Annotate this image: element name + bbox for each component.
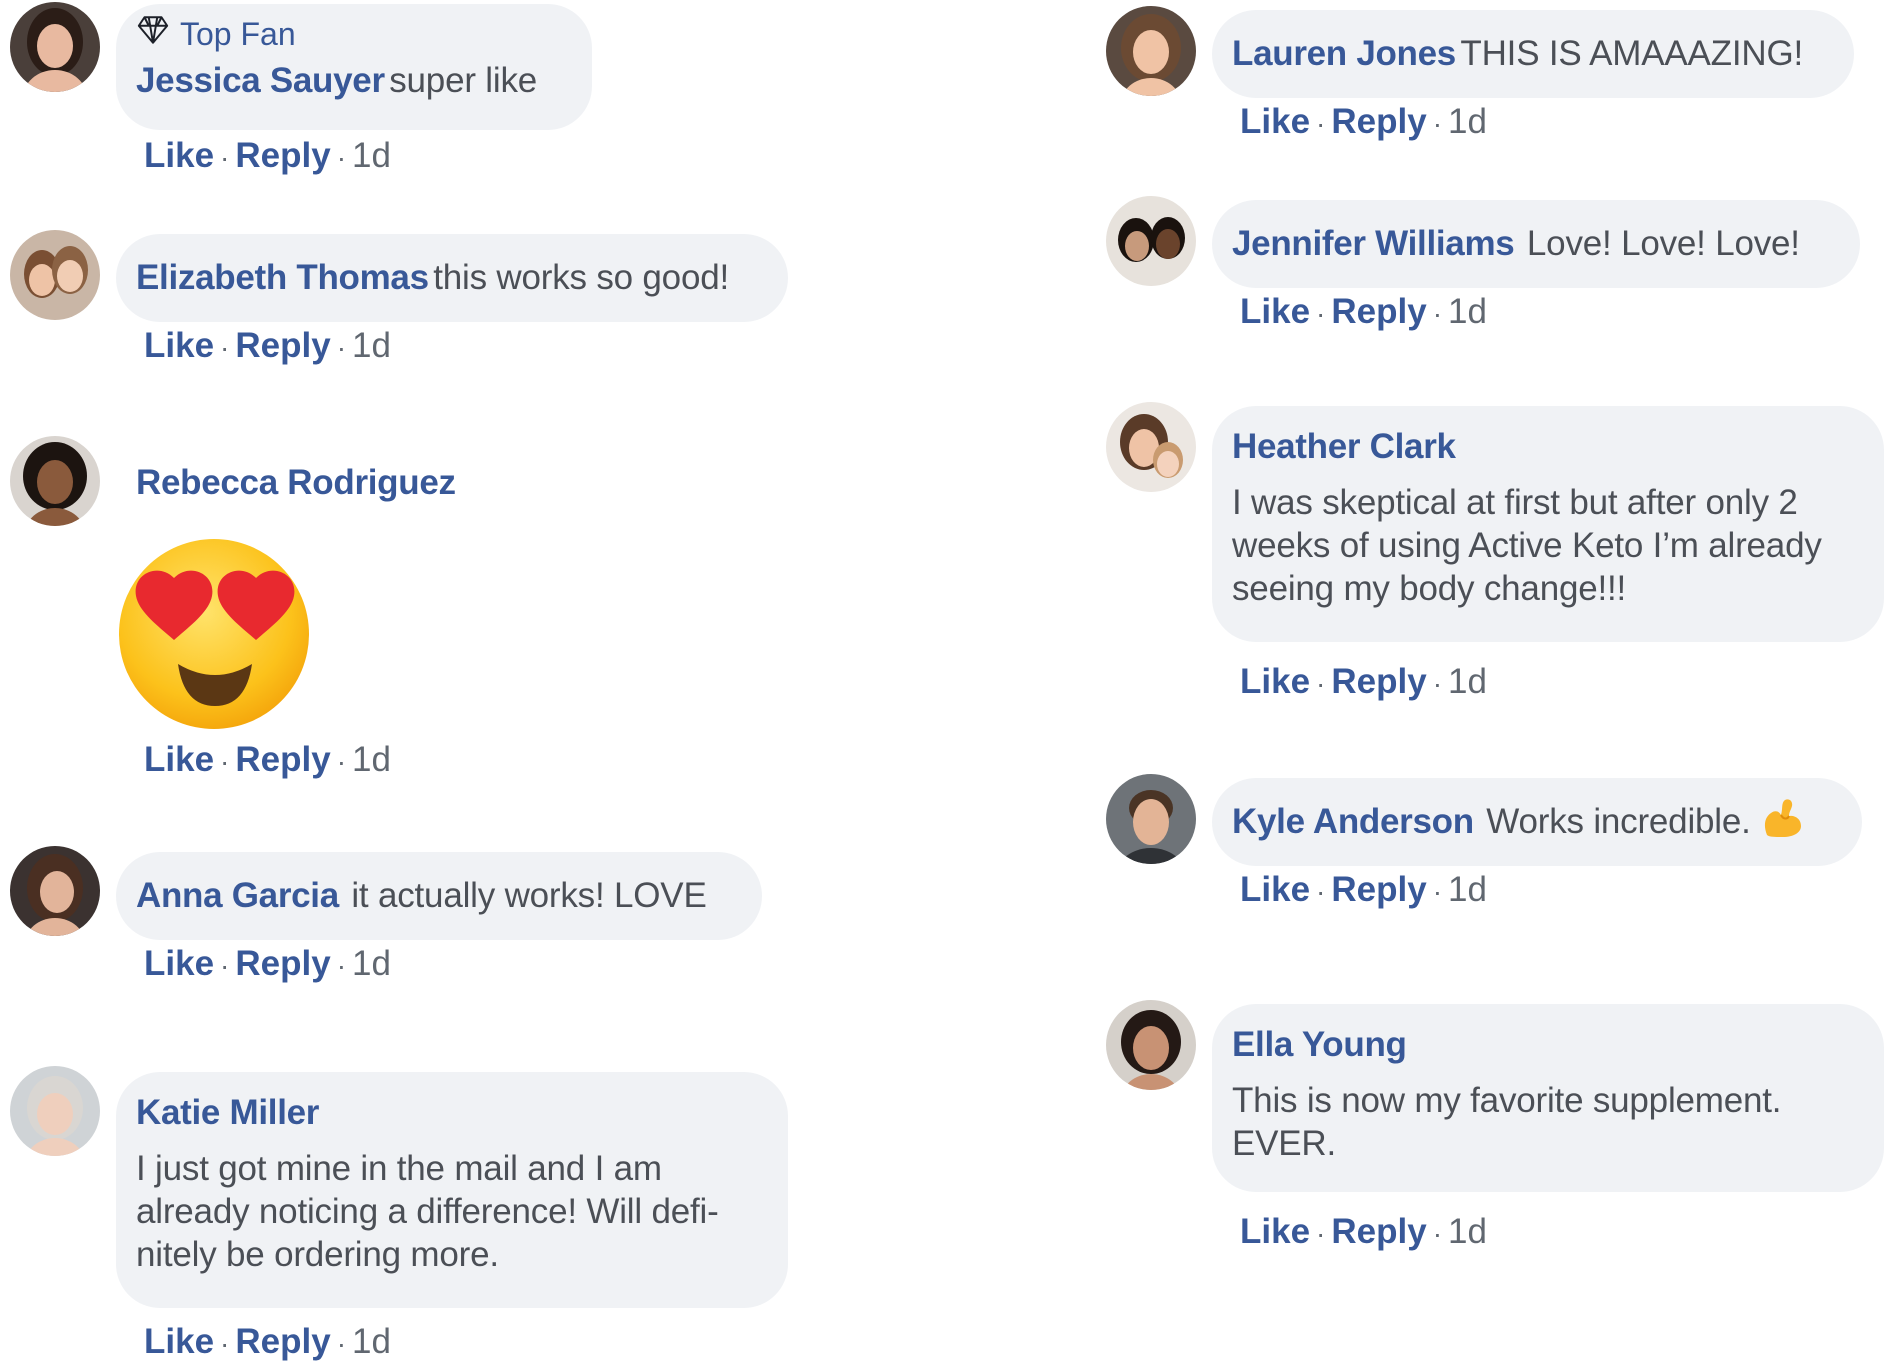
comment-line: nitely be ordering more.: [136, 1235, 499, 1274]
avatar[interactable]: [10, 846, 100, 936]
timestamp[interactable]: 1d: [352, 740, 391, 779]
reply-button[interactable]: Reply: [235, 326, 330, 365]
reply-button[interactable]: Reply: [1331, 292, 1426, 331]
reply-button[interactable]: Reply: [1331, 662, 1426, 701]
comment-actions: Like · Reply · 1d: [144, 136, 391, 175]
comment-actions: Like · Reply · 1d: [1240, 292, 1487, 331]
comment-actions: Like · Reply · 1d: [144, 326, 391, 365]
comment-text: super like: [389, 61, 538, 100]
comment-line: This is now my favorite supplement.: [1232, 1081, 1782, 1120]
comment-actions: Like · Reply · 1d: [1240, 870, 1487, 909]
comment-bubble: Kyle Anderson Works incredible.: [1212, 778, 1862, 866]
like-button[interactable]: Like: [1240, 1212, 1310, 1251]
commenter-name[interactable]: Anna Garcia: [136, 876, 339, 915]
comment-actions: Like · Reply · 1d: [144, 740, 391, 779]
comment-bubble: Elizabeth Thomas this works so good!: [116, 234, 788, 322]
flexed-biceps-icon: [1759, 795, 1805, 841]
comment-line: I just got mine in the mail and I am: [136, 1149, 662, 1188]
timestamp[interactable]: 1d: [1448, 292, 1487, 331]
comment-bubble: Ella Young This is now my favorite suppl…: [1212, 1004, 1884, 1192]
comment-text: I was skeptical at first but after only …: [1232, 481, 1864, 610]
avatar[interactable]: [10, 436, 100, 526]
timestamp[interactable]: 1d: [352, 326, 391, 365]
comment-actions: Like · Reply · 1d: [144, 944, 391, 983]
timestamp[interactable]: 1d: [1448, 662, 1487, 701]
like-button[interactable]: Like: [1240, 102, 1310, 141]
avatar[interactable]: [1106, 1000, 1196, 1090]
commenter-name[interactable]: Jessica Sauyer: [136, 61, 385, 100]
comment-bubble: Anna Garcia it actually works! LOVE: [116, 852, 762, 940]
commenter-name[interactable]: Jennifer Williams: [1232, 224, 1515, 263]
comment-bubble: Katie Miller I just got mine in the mail…: [116, 1072, 788, 1308]
like-button[interactable]: Like: [144, 1322, 214, 1361]
comment-text: THIS IS AMAAAZING!: [1460, 34, 1803, 73]
comment-bubble: Heather Clark I was skeptical at first b…: [1212, 406, 1884, 642]
commenter-name[interactable]: Lauren Jones: [1232, 34, 1456, 73]
comment-actions: Like · Reply · 1d: [1240, 662, 1487, 701]
comment-text: Love! Love! Love!: [1526, 224, 1800, 263]
heart-eyes-emoji-icon: [116, 536, 316, 736]
comment-actions: Like · Reply · 1d: [144, 1322, 391, 1361]
like-button[interactable]: Like: [1240, 870, 1310, 909]
top-fan-badge: Top Fan: [136, 14, 572, 54]
commenter-name[interactable]: Ella Young: [1232, 1025, 1407, 1064]
comment-text: this works so good!: [433, 258, 730, 297]
timestamp[interactable]: 1d: [1448, 870, 1487, 909]
commenter-name[interactable]: Elizabeth Thomas: [136, 258, 429, 297]
like-button[interactable]: Like: [144, 136, 214, 175]
commenter-name[interactable]: Kyle Anderson: [1232, 802, 1474, 841]
commenter-name[interactable]: Heather Clark: [1232, 427, 1456, 466]
avatar[interactable]: [1106, 6, 1196, 96]
comment-text: it actually works! LOVE: [351, 876, 707, 915]
badge-label: Top Fan: [180, 15, 296, 52]
like-button[interactable]: Like: [144, 944, 214, 983]
comment-line: weeks of using Active Keto I’m already: [1232, 526, 1822, 565]
like-button[interactable]: Like: [1240, 662, 1310, 701]
comment-bubble: Jennifer Williams Love! Love! Love!: [1212, 200, 1860, 288]
reply-button[interactable]: Reply: [235, 740, 330, 779]
avatar[interactable]: [1106, 774, 1196, 864]
commenter-name[interactable]: Katie Miller: [136, 1093, 319, 1132]
comment-text: This is now my favorite supplement. EVER…: [1232, 1079, 1864, 1165]
like-button[interactable]: Like: [144, 740, 214, 779]
comment-bubble: Lauren Jones THIS IS AMAAAZING!: [1212, 10, 1854, 98]
reply-button[interactable]: Reply: [235, 944, 330, 983]
reply-button[interactable]: Reply: [235, 1322, 330, 1361]
comment-line: seeing my body change!!!: [1232, 569, 1627, 608]
comment-actions: Like · Reply · 1d: [1240, 102, 1487, 141]
reply-button[interactable]: Reply: [1331, 870, 1426, 909]
like-button[interactable]: Like: [1240, 292, 1310, 331]
comment-text: Works incredible.: [1486, 802, 1751, 841]
avatar[interactable]: [10, 2, 100, 92]
timestamp[interactable]: 1d: [352, 944, 391, 983]
timestamp[interactable]: 1d: [1448, 1212, 1487, 1251]
comment-text: I just got mine in the mail and I am alr…: [136, 1147, 768, 1276]
comment-line: EVER.: [1232, 1124, 1337, 1163]
reply-button[interactable]: Reply: [1331, 1212, 1426, 1251]
timestamp[interactable]: 1d: [352, 136, 391, 175]
avatar[interactable]: [1106, 196, 1196, 286]
avatar[interactable]: [10, 1066, 100, 1156]
avatar[interactable]: [10, 230, 100, 320]
like-button[interactable]: Like: [144, 326, 214, 365]
comment-line: already noticing a difference! Will defi…: [136, 1192, 719, 1231]
diamond-icon: [136, 13, 170, 55]
avatar[interactable]: [1106, 402, 1196, 492]
timestamp[interactable]: 1d: [1448, 102, 1487, 141]
timestamp[interactable]: 1d: [352, 1322, 391, 1361]
reply-button[interactable]: Reply: [235, 136, 330, 175]
commenter-name[interactable]: Rebecca Rodriguez: [136, 463, 456, 502]
comment-bubble: Top Fan Jessica Sauyer super like: [116, 4, 592, 130]
comment-actions: Like · Reply · 1d: [1240, 1212, 1487, 1251]
reply-button[interactable]: Reply: [1331, 102, 1426, 141]
comment-line: I was skeptical at first but after only …: [1232, 483, 1798, 522]
